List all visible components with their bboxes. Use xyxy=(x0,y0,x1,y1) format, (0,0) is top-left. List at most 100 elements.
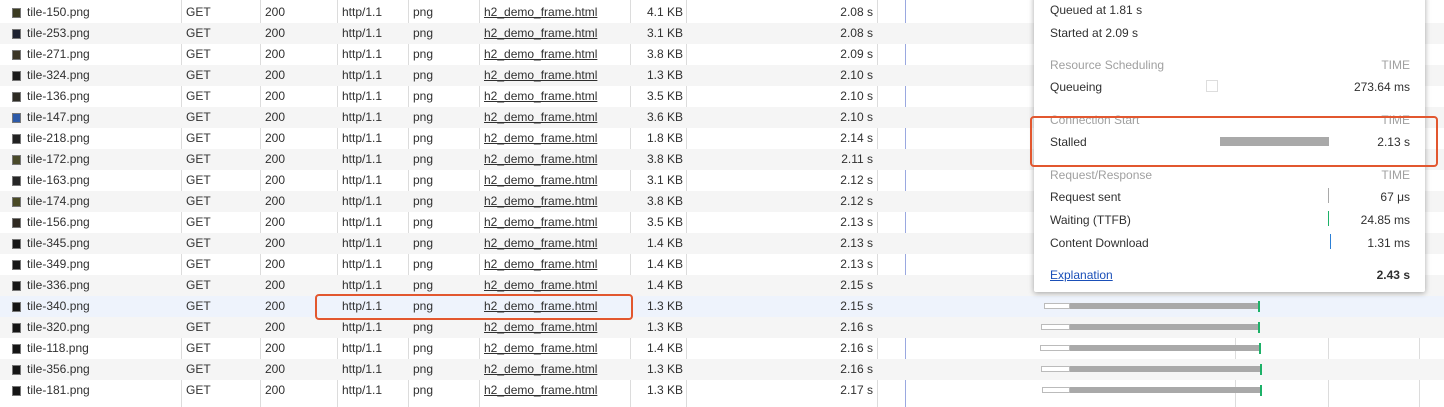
queueing-label: Queueing xyxy=(1050,80,1103,94)
request-type: png xyxy=(413,152,434,166)
request-status: 200 xyxy=(265,341,286,355)
request-initiator-link[interactable]: h2_demo_frame.html xyxy=(484,233,626,254)
request-method: GET xyxy=(186,320,211,334)
waterfall-stalled-bar xyxy=(1070,366,1260,372)
queueing-bar xyxy=(1206,80,1218,92)
request-status: 200 xyxy=(265,110,286,124)
request-size: 1.3 KB xyxy=(646,68,683,82)
request-method: GET xyxy=(186,110,211,124)
request-name-text: tile-150.png xyxy=(27,5,90,19)
request-method: GET xyxy=(186,383,211,397)
request-time: 2.14 s xyxy=(840,131,873,145)
request-initiator-link[interactable]: h2_demo_frame.html xyxy=(484,65,626,86)
request-name-text: tile-320.png xyxy=(27,320,90,334)
request-initiator-link[interactable]: h2_demo_frame.html xyxy=(484,254,626,275)
request-size: 1.3 KB xyxy=(646,299,683,313)
request-name: tile-349.png xyxy=(12,254,178,275)
request-name: tile-147.png xyxy=(12,107,178,128)
request-initiator-link[interactable]: h2_demo_frame.html xyxy=(484,359,626,380)
request-protocol: http/1.1 xyxy=(342,341,383,355)
request-status: 200 xyxy=(265,194,286,208)
request-status: 200 xyxy=(265,47,286,61)
request-time: 2.10 s xyxy=(840,68,873,82)
request-name-text: tile-324.png xyxy=(27,68,90,82)
request-type: png xyxy=(413,341,434,355)
image-thumbnail-icon xyxy=(12,50,21,60)
started-at-text: Started at 2.09 s xyxy=(1050,26,1139,40)
ttfb-label: Waiting (TTFB) xyxy=(1050,213,1131,227)
request-protocol: http/1.1 xyxy=(342,89,383,103)
request-time: 2.15 s xyxy=(840,299,873,313)
explanation-link[interactable]: Explanation xyxy=(1050,268,1113,282)
request-type: png xyxy=(413,236,434,250)
request-initiator-link[interactable]: h2_demo_frame.html xyxy=(484,23,626,44)
request-initiator-link[interactable]: h2_demo_frame.html xyxy=(484,191,626,212)
request-status: 200 xyxy=(265,257,286,271)
request-initiator-link[interactable]: h2_demo_frame.html xyxy=(484,2,626,23)
content-download-value: 1.31 ms xyxy=(1367,236,1410,250)
waterfall-queue-bar xyxy=(1041,366,1070,372)
request-initiator-link[interactable]: h2_demo_frame.html xyxy=(484,107,626,128)
request-time: 2.10 s xyxy=(840,110,873,124)
request-method: GET xyxy=(186,341,211,355)
image-thumbnail-icon xyxy=(12,281,21,291)
request-initiator-link[interactable]: h2_demo_frame.html xyxy=(484,170,626,191)
request-size: 3.5 KB xyxy=(646,89,683,103)
waterfall-queue-bar xyxy=(1041,324,1070,330)
request-initiator-link[interactable]: h2_demo_frame.html xyxy=(484,338,626,359)
request-method: GET xyxy=(186,194,211,208)
request-status: 200 xyxy=(265,362,286,376)
request-status: 200 xyxy=(265,278,286,292)
waterfall-stalled-bar xyxy=(1070,345,1259,351)
request-initiator-link[interactable]: h2_demo_frame.html xyxy=(484,380,626,401)
request-initiator-link[interactable]: h2_demo_frame.html xyxy=(484,212,626,233)
request-name-text: tile-336.png xyxy=(27,278,90,292)
request-status: 200 xyxy=(265,89,286,103)
request-size: 1.3 KB xyxy=(646,362,683,376)
request-initiator-link[interactable]: h2_demo_frame.html xyxy=(484,275,626,296)
request-time: 2.13 s xyxy=(840,257,873,271)
request-type: png xyxy=(413,26,434,40)
request-protocol: http/1.1 xyxy=(342,26,383,40)
request-type: png xyxy=(413,110,434,124)
request-size: 3.1 KB xyxy=(646,173,683,187)
waterfall-queue-bar xyxy=(1044,303,1070,309)
request-size: 1.4 KB xyxy=(646,341,683,355)
request-initiator-link[interactable]: h2_demo_frame.html xyxy=(484,86,626,107)
table-row[interactable]: tile-181.png GET 200 http/1.1 png h2_demo_fra… xyxy=(0,380,1444,401)
table-row[interactable]: tile-340.png GET 200 http/1.1 png h2_demo_fra… xyxy=(0,296,1444,317)
table-row[interactable]: tile-320.png GET 200 http/1.1 png h2_demo_fra… xyxy=(0,317,1444,338)
request-name-text: tile-172.png xyxy=(27,152,90,166)
request-name: tile-356.png xyxy=(12,359,178,380)
request-sent-label: Request sent xyxy=(1050,190,1121,204)
request-type: png xyxy=(413,131,434,145)
request-name: tile-336.png xyxy=(12,275,178,296)
request-name: tile-218.png xyxy=(12,128,178,149)
total-time-value: 2.43 s xyxy=(1376,268,1410,282)
request-name: tile-181.png xyxy=(12,380,178,401)
waterfall-queue-bar xyxy=(1040,345,1070,351)
request-initiator-link[interactable]: h2_demo_frame.html xyxy=(484,44,626,65)
table-row[interactable]: tile-118.png GET 200 http/1.1 png h2_demo_fra… xyxy=(0,338,1444,359)
request-name-text: tile-181.png xyxy=(27,383,90,397)
request-time: 2.16 s xyxy=(840,362,873,376)
request-size: 1.4 KB xyxy=(646,278,683,292)
time-header: TIME xyxy=(1381,58,1410,72)
request-time: 2.08 s xyxy=(840,5,873,19)
request-size: 1.8 KB xyxy=(646,131,683,145)
request-size: 3.6 KB xyxy=(646,110,683,124)
request-initiator-link[interactable]: h2_demo_frame.html xyxy=(484,317,626,338)
request-initiator-link[interactable]: h2_demo_frame.html xyxy=(484,128,626,149)
highlight-box-stalled xyxy=(1030,116,1438,167)
request-size: 3.8 KB xyxy=(646,194,683,208)
table-row[interactable]: tile-356.png GET 200 http/1.1 png h2_demo_fra… xyxy=(0,359,1444,380)
request-status: 200 xyxy=(265,131,286,145)
request-status: 200 xyxy=(265,173,286,187)
request-method: GET xyxy=(186,47,211,61)
request-initiator-link[interactable]: h2_demo_frame.html xyxy=(484,149,626,170)
request-time: 2.12 s xyxy=(840,173,873,187)
queueing-value: 273.64 ms xyxy=(1353,80,1410,94)
request-type: png xyxy=(413,383,434,397)
request-name: tile-320.png xyxy=(12,317,178,338)
request-method: GET xyxy=(186,26,211,40)
